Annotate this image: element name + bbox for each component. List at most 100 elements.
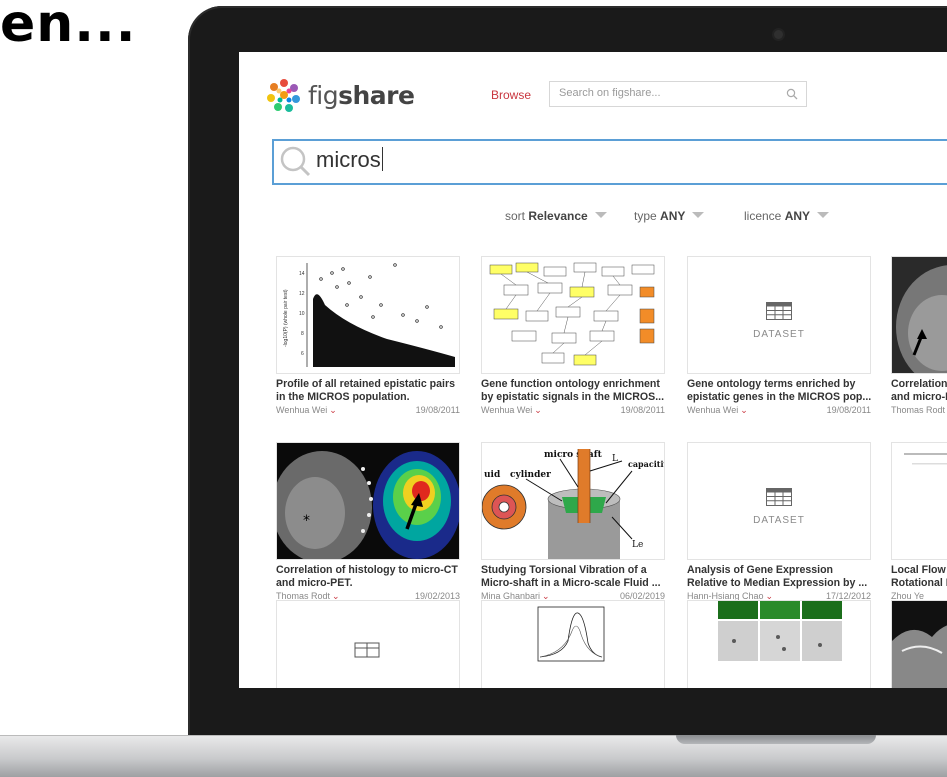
result-title[interactable]: Studying Torsional Vibration of a Micro-s…: [481, 564, 665, 590]
result-card[interactable]: Gene function ontology enrichment by epis…: [481, 256, 665, 417]
tick-label: 8: [301, 331, 304, 337]
microscopy-thumbnail: [718, 601, 842, 661]
histology-thumbnail: [892, 601, 947, 688]
title-line: Local Flow: [891, 564, 946, 576]
result-thumbnail[interactable]: DATASET: [687, 256, 871, 374]
result-thumbnail[interactable]: [481, 256, 665, 374]
chevron-down-icon: [594, 212, 607, 218]
result-card[interactable]: [687, 600, 871, 688]
title-line: Profile of all retained epistatic pairs: [276, 378, 455, 390]
sort-value: Relevance: [528, 209, 588, 223]
title-line: and micro-PET.: [276, 577, 353, 589]
text-caret: [381, 147, 383, 171]
document-icon: [354, 642, 380, 658]
main-search-input[interactable]: micros: [272, 139, 947, 185]
title-line: Studying Torsional Vibration of a: [481, 564, 647, 576]
figshare-logo[interactable]: figshare: [263, 76, 415, 114]
sort-filter[interactable]: sort Relevance: [505, 209, 607, 223]
result-thumbnail[interactable]: DATASET: [687, 442, 871, 560]
result-title[interactable]: Profile of all retained epistatic pairs i…: [276, 378, 460, 404]
dataset-label: DATASET: [753, 515, 805, 526]
dataset-table-icon: [766, 302, 792, 320]
webcam-icon: [774, 30, 783, 39]
axis-label: -log10(P) (whole pair test): [283, 289, 289, 347]
result-thumbnail[interactable]: [891, 600, 947, 688]
result-card[interactable]: * Correlation of histology to micro-CT an…: [276, 442, 460, 603]
result-thumbnail[interactable]: [891, 442, 947, 560]
type-value: ANY: [660, 209, 686, 223]
main-search-value: micros: [316, 147, 383, 172]
result-thumbnail[interactable]: micro shaft uid cylinder capacitiv L Le: [481, 442, 665, 560]
result-title[interactable]: Correlation and micro-P: [891, 378, 947, 404]
title-line: Correlation: [891, 378, 947, 390]
author-name: Wenhua Wei: [687, 405, 739, 415]
result-title[interactable]: Local Flow Rotational I: [891, 564, 947, 590]
result-date: 19/08/2011: [620, 405, 665, 415]
dataset-label: DATASET: [753, 329, 805, 340]
result-thumbnail[interactable]: [687, 600, 871, 688]
title-line: Micro-shaft in a Micro-scale Fluid ...: [481, 577, 661, 589]
result-card[interactable]: Correlation and micro-P Thomas Rodt: [891, 256, 947, 417]
title-line: by epistatic signals in the MICROS...: [481, 391, 665, 403]
slide-title: en...: [0, 0, 137, 54]
ct-pet-thumbnail: *: [277, 443, 459, 559]
diagram-label: micro shaft: [544, 450, 603, 460]
result-title[interactable]: Analysis of Gene Expression Relative to M…: [687, 564, 871, 590]
result-card[interactable]: [481, 600, 665, 688]
type-filter[interactable]: type ANY: [634, 209, 705, 223]
result-card[interactable]: [276, 600, 460, 688]
laptop-notch: [676, 735, 876, 744]
title-line: Analysis of Gene Expression: [687, 564, 834, 576]
author-link[interactable]: Thomas Rodt: [891, 405, 945, 415]
chevron-down-icon: ⌄: [740, 405, 748, 415]
result-title[interactable]: Correlation of histology to micro-CT and …: [276, 564, 460, 590]
title-line: Correlation of histology to micro-CT: [276, 564, 458, 576]
result-meta: Wenhua Wei ⌄ 19/08/2011: [481, 405, 665, 417]
diagram-label: uid: [484, 470, 501, 480]
micro-shaft-thumbnail: micro shaft uid cylinder capacitiv L Le: [482, 443, 664, 559]
sort-label: sort: [505, 209, 526, 223]
result-thumbnail[interactable]: [891, 256, 947, 374]
diagram-label: cylinder: [510, 470, 551, 480]
result-thumbnail[interactable]: [481, 600, 665, 688]
search-icon: [280, 146, 311, 177]
result-thumbnail[interactable]: [276, 600, 460, 688]
line-plot-thumbnail: [537, 606, 605, 662]
result-card[interactable]: Local Flow Rotational I Zhou Ye: [891, 442, 947, 603]
result-title[interactable]: Gene ontology terms enriched by epistatic…: [687, 378, 871, 404]
search-icon[interactable]: [786, 88, 798, 100]
result-title[interactable]: Gene function ontology enrichment by epis…: [481, 378, 665, 404]
dataset-table-icon: [766, 488, 792, 506]
author-link[interactable]: Wenhua Wei ⌄: [687, 405, 748, 415]
result-meta: Wenhua Wei ⌄ 19/08/2011: [276, 405, 460, 417]
result-thumbnail[interactable]: 14 12 10 8 6 -log10(P) (whole pair test): [276, 256, 460, 374]
result-card[interactable]: DATASET Analysis of Gene Expression Relat…: [687, 442, 871, 603]
result-card[interactable]: 14 12 10 8 6 -log10(P) (whole pair test)…: [276, 256, 460, 417]
author-name: Wenhua Wei: [481, 405, 533, 415]
scatter-plot-thumbnail: 14 12 10 8 6 -log10(P) (whole pair test): [283, 263, 455, 367]
result-card[interactable]: micro shaft uid cylinder capacitiv L Le: [481, 442, 665, 603]
result-date: 19/08/2011: [415, 405, 460, 415]
result-thumbnail[interactable]: *: [276, 442, 460, 560]
result-date: 19/08/2011: [826, 405, 871, 415]
tick-label: 12: [299, 291, 305, 297]
svg-text:*: *: [303, 513, 310, 529]
tick-label: 14: [299, 271, 305, 277]
browse-link[interactable]: Browse: [491, 88, 531, 102]
title-line: in the MICROS population.: [276, 391, 410, 403]
result-card[interactable]: [891, 600, 947, 688]
licence-filter[interactable]: licence ANY: [744, 209, 830, 223]
figure-thumbnail: [892, 443, 947, 559]
figshare-flower-icon: [267, 79, 300, 112]
top-search-field[interactable]: Search on figshare...: [549, 81, 807, 107]
tick-label: 6: [301, 351, 304, 357]
result-meta: Wenhua Wei ⌄ 19/08/2011: [687, 405, 871, 417]
author-name: Thomas Rodt: [891, 405, 946, 415]
diagram-label: capacitiv: [628, 459, 664, 469]
author-link[interactable]: Wenhua Wei ⌄: [276, 405, 337, 415]
chevron-down-icon: [817, 212, 830, 218]
chevron-down-icon: [692, 212, 705, 218]
author-link[interactable]: Wenhua Wei ⌄: [481, 405, 542, 415]
type-label: type: [634, 209, 657, 223]
result-card[interactable]: DATASET Gene ontology terms enriched by e…: [687, 256, 871, 417]
